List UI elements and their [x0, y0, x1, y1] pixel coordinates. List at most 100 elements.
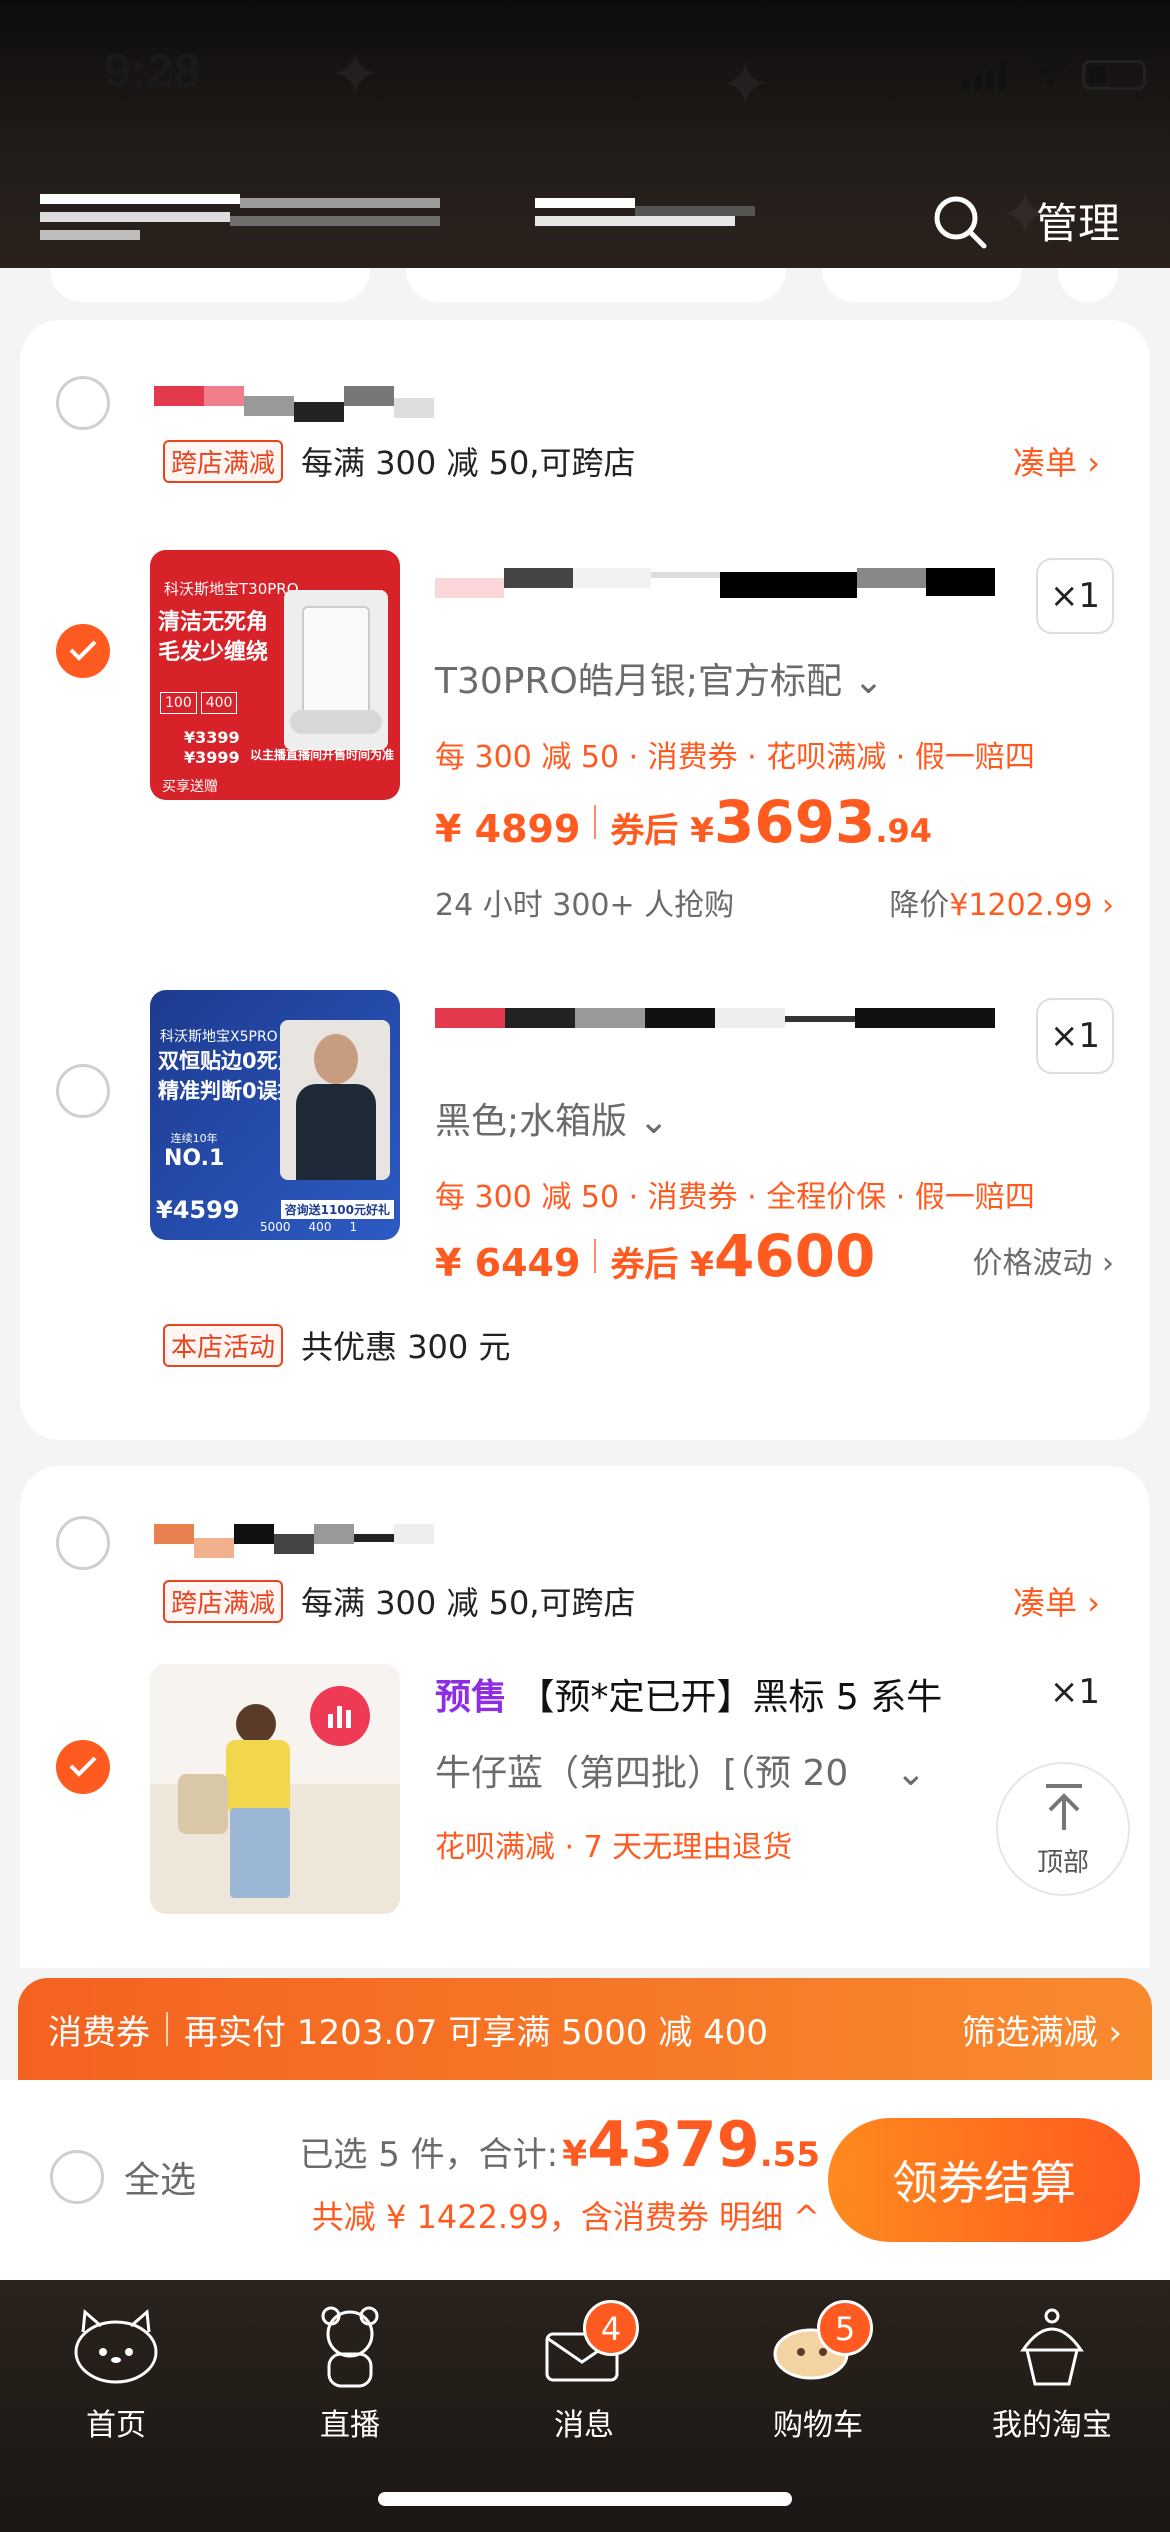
bear-icon	[295, 2300, 405, 2390]
price-drop-label: 降价	[889, 888, 950, 923]
cart-list[interactable]: 跨店满减 每满 300 减 50,可跨店 凑单 › 科沃斯地宝T30PRO 清洁…	[0, 268, 1170, 1968]
manage-button[interactable]: 管理	[1036, 190, 1120, 251]
price-fluctuation-link[interactable]: 价格波动 ›	[972, 1238, 1114, 1282]
sku-selector[interactable]: 黑色;水箱版 ⌄	[435, 1092, 669, 1144]
cupcake-icon	[997, 2300, 1107, 2390]
select-all-toggle[interactable]: 全选	[50, 2150, 196, 2204]
spec-badges: 100 400	[160, 692, 238, 714]
thumb-slogan-line: 清洁无死角	[158, 610, 269, 635]
select-all-checkbox[interactable]	[50, 2150, 104, 2204]
product-title-redacted[interactable]	[435, 1008, 995, 1044]
product-thumbnail[interactable]: 科沃斯地宝X5PRO 双恒贴边0死角 精准判断0误撞 连续10年 NO.1 ¥4…	[150, 990, 400, 1240]
thumb-footer: 以主播直播间开售时间为准	[249, 748, 394, 762]
gather-order-link[interactable]: 凑单 ›	[1013, 438, 1100, 484]
quantity-button[interactable]: ×1	[1036, 998, 1114, 1074]
award-badge: 连续10年 NO.1	[164, 1130, 224, 1171]
status-time: 9:28	[104, 45, 201, 98]
tab-label: 购物车	[773, 2408, 863, 2443]
coupon-tag: 消费券	[48, 2012, 150, 2053]
home-indicator	[378, 2492, 792, 2506]
filter-chip[interactable]	[822, 268, 1022, 302]
product-title-redacted[interactable]	[435, 568, 995, 604]
header-row: 管理	[0, 180, 1170, 260]
after-coupon-label: 券后 ¥	[610, 811, 714, 851]
video-icon	[310, 1686, 370, 1746]
shop-activity-text: 共优惠 300 元	[301, 1328, 511, 1366]
thumb-brand: 科沃斯地宝T30PRO	[164, 580, 299, 598]
spec-badge: 100	[160, 692, 197, 714]
tab-messages[interactable]: 4 消息	[484, 2300, 684, 2444]
filter-discount-link[interactable]: 筛选满减 ›	[962, 2005, 1122, 2054]
item-benefits: 每 300 减 50 · 消费券 · 花呗满减 · 假一赔四	[435, 740, 1035, 775]
thumb-slogan-line: 毛发少缠绕	[158, 640, 269, 665]
back-to-top-label: 顶部	[1036, 1848, 1089, 1878]
item-benefits: 花呗满减 · 7 天无理由退货	[435, 1830, 793, 1865]
filter-chip[interactable]	[406, 268, 786, 302]
price-drop-link[interactable]: 降价¥1202.99 ›	[889, 880, 1114, 924]
tab-label: 消息	[554, 2408, 614, 2443]
store-name-redacted[interactable]	[154, 386, 474, 426]
thumb-slogan-line: 精准判断0误撞	[158, 1079, 299, 1103]
store-card: 跨店满减 每满 300 减 50,可跨店 凑单 › 预售 【预*定已开】黑标 5…	[20, 1466, 1150, 1968]
product-title[interactable]: 预售 【预*定已开】黑标 5 系牛	[435, 1668, 942, 1720]
sku-selector[interactable]: T30PRO皓月银;官方标配 ⌄	[435, 652, 884, 704]
thumb-numbers: 5000 400 1	[260, 1220, 357, 1234]
robot-image	[284, 590, 388, 750]
quantity-button[interactable]: ×1	[1036, 558, 1114, 634]
savings-line: 共减 ¥ 1422.99，含消费券 明细 ^	[312, 2192, 820, 2238]
store-checkbox[interactable]	[56, 376, 110, 430]
presale-label: 预售	[435, 1677, 508, 1718]
price-drop-value: ¥1202.99 ›	[949, 888, 1114, 923]
check-icon	[69, 640, 97, 661]
item-checkbox[interactable]	[56, 624, 110, 678]
filter-chip[interactable]	[50, 268, 370, 302]
total-amount: 4379	[587, 2108, 760, 2181]
filter-chip[interactable]	[1058, 268, 1118, 302]
gather-order-link[interactable]: 凑单 ›	[1013, 1578, 1100, 1624]
battery-icon	[1082, 60, 1146, 90]
award-title: NO.1	[164, 1146, 225, 1171]
thumb-price-a: ¥3399	[184, 728, 240, 747]
total-currency: ¥	[562, 2134, 588, 2175]
coupon-text: 再实付 1203.07 可享满 5000 减 400	[184, 2012, 769, 2053]
detail-link[interactable]: 明细 ^	[719, 2198, 820, 2236]
thumb-number: 400	[308, 1220, 332, 1234]
cross-store-promo: 跨店满减 每满 300 减 50,可跨店 凑单 ›	[163, 1576, 1100, 1626]
promo-text: 每满 300 减 50,可跨店	[301, 444, 636, 482]
store-checkbox[interactable]	[56, 1516, 110, 1570]
after-coupon-price: 3693	[713, 788, 876, 856]
award-sub: 连续10年	[170, 1132, 218, 1145]
arrow-up-icon	[1046, 1784, 1082, 1830]
thumb-number: 5000	[260, 1220, 291, 1234]
blurred-tab-group[interactable]	[40, 194, 440, 244]
sku-selector[interactable]: 牛仔蓝（第四批）[（预 20 ⌄	[435, 1744, 926, 1796]
tab-live[interactable]: 直播	[250, 2300, 450, 2444]
blurred-tab-group[interactable]	[535, 198, 835, 238]
item-checkbox[interactable]	[56, 1064, 110, 1118]
signal-icon	[963, 62, 1006, 90]
item-checkbox[interactable]	[56, 1740, 110, 1794]
savings-text: 共减 ¥ 1422.99，含消费券	[311, 2198, 709, 2236]
cross-store-promo: 跨店满减 每满 300 减 50,可跨店 凑单 ›	[163, 436, 1100, 486]
product-thumbnail[interactable]	[150, 1664, 400, 1914]
search-icon[interactable]	[930, 192, 990, 252]
product-thumbnail[interactable]: 科沃斯地宝T30PRO 清洁无死角 毛发少缠绕 100 400 ¥3399 ¥3…	[150, 550, 400, 800]
tab-cart[interactable]: 5 购物车	[718, 2300, 918, 2444]
check-icon	[69, 1756, 97, 1777]
store-name-redacted[interactable]	[154, 1524, 474, 1564]
checkout-button[interactable]: 领券结算	[828, 2118, 1140, 2242]
shop-activity: 本店活动 共优惠 300 元	[163, 1320, 1100, 1370]
coupon-bar: 消费券 再实付 1203.07 可享满 5000 减 400 筛选满减 ›	[18, 1978, 1152, 2080]
wifi-icon	[1032, 56, 1068, 85]
thumb-button: 买享送赠	[162, 779, 218, 795]
tab-home[interactable]: 首页	[16, 2300, 216, 2444]
popularity-text: 24 小时 300+ 人抢购	[435, 888, 735, 923]
chevron-down-icon: ⌄	[895, 1753, 926, 1794]
quantity-label[interactable]: ×1	[1050, 1672, 1100, 1712]
selected-count: 已选 5 件，合计:	[299, 2135, 559, 2175]
shop-activity-tag: 本店活动	[163, 1323, 284, 1367]
item-benefits: 每 300 减 50 · 消费券 · 全程价保 · 假一赔四	[435, 1180, 1035, 1215]
cart-icon: 5	[763, 2300, 873, 2390]
tab-my-taobao[interactable]: 我的淘宝	[952, 2300, 1152, 2444]
back-to-top-button[interactable]: 顶部	[996, 1762, 1130, 1896]
